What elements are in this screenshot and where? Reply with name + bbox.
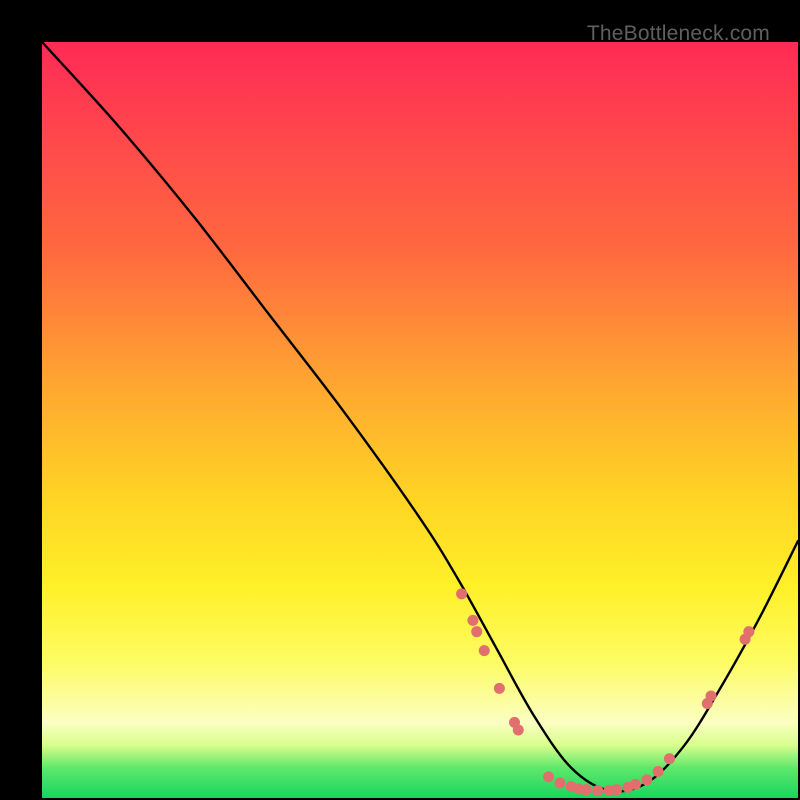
- data-point-marker: [630, 779, 641, 790]
- data-point-marker: [543, 771, 554, 782]
- data-point-marker: [641, 774, 652, 785]
- data-point-marker: [581, 784, 592, 795]
- data-point-marker: [653, 766, 664, 777]
- data-point-marker: [479, 645, 490, 656]
- bottleneck-curve-svg: [42, 42, 798, 798]
- data-point-marker: [664, 753, 675, 764]
- data-point-marker: [513, 724, 524, 735]
- plot-area: [42, 42, 798, 798]
- data-point-marker: [467, 615, 478, 626]
- data-point-marker: [743, 626, 754, 637]
- curve-data-points: [456, 588, 754, 796]
- data-point-marker: [494, 683, 505, 694]
- data-point-marker: [592, 785, 603, 796]
- bottleneck-curve-line: [42, 42, 798, 791]
- data-point-marker: [554, 777, 565, 788]
- data-point-marker: [611, 784, 622, 795]
- chart-frame: TheBottleneck.com: [20, 20, 780, 780]
- data-point-marker: [471, 626, 482, 637]
- data-point-marker: [706, 690, 717, 701]
- data-point-marker: [456, 588, 467, 599]
